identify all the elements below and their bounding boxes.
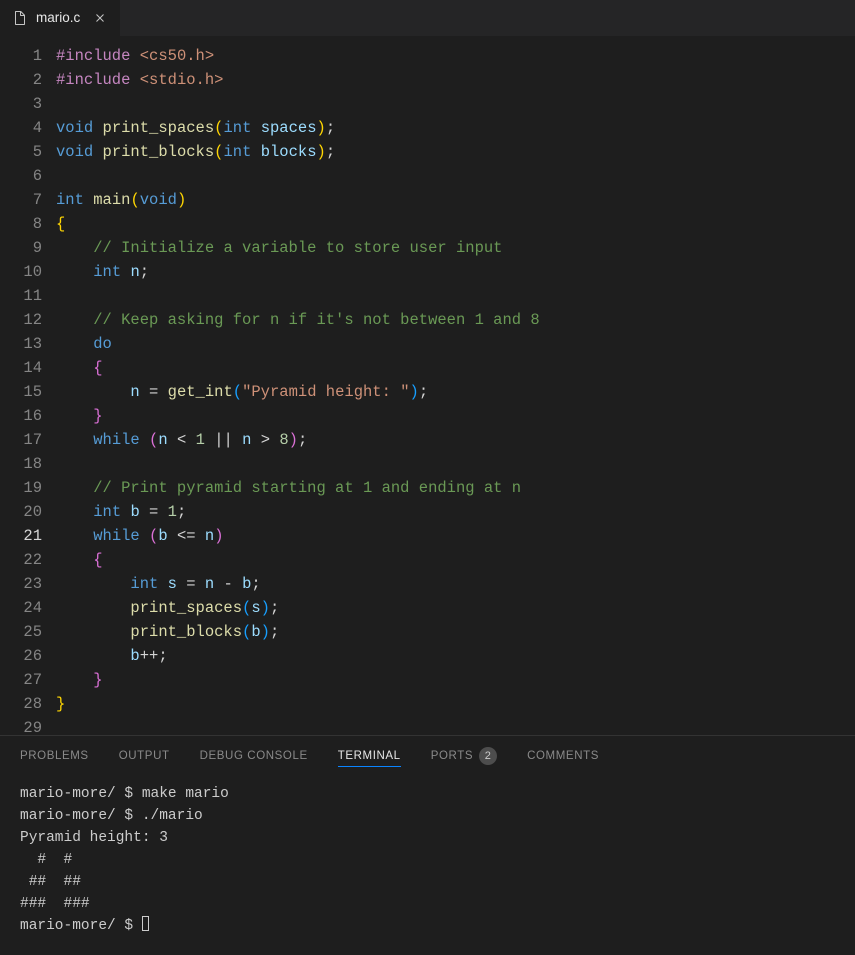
code-line[interactable] <box>56 716 855 735</box>
code-line[interactable] <box>56 452 855 476</box>
terminal-line: mario-more/ $ make mario <box>20 783 835 805</box>
terminal-line: mario-more/ $ ./mario <box>20 805 835 827</box>
code-line[interactable]: #include <cs50.h> <box>56 44 855 68</box>
terminal-line: ### ### <box>20 893 835 915</box>
code-line[interactable]: void print_blocks(int blocks); <box>56 140 855 164</box>
file-icon <box>12 10 28 26</box>
code-line[interactable] <box>56 92 855 116</box>
tab-mario-c[interactable]: mario.c <box>0 0 121 36</box>
code-line[interactable]: } <box>56 668 855 692</box>
code-line[interactable]: print_spaces(s); <box>56 596 855 620</box>
code-line[interactable]: int b = 1; <box>56 500 855 524</box>
line-number: 2 <box>0 68 42 92</box>
line-number: 3 <box>0 92 42 116</box>
code-line[interactable]: // Print pyramid starting at 1 and endin… <box>56 476 855 500</box>
line-number: 9 <box>0 236 42 260</box>
terminal-line: mario-more/ $ <box>20 915 835 937</box>
line-number: 27 <box>0 668 42 692</box>
panel-tab-problems[interactable]: PROBLEMS <box>20 750 89 766</box>
code-line[interactable]: n = get_int("Pyramid height: "); <box>56 380 855 404</box>
line-number: 5 <box>0 140 42 164</box>
line-number: 21 <box>0 524 42 548</box>
panel-tab-terminal[interactable]: TERMINAL <box>338 750 401 767</box>
code-line[interactable]: while (b <= n) <box>56 524 855 548</box>
close-tab-button[interactable] <box>92 10 108 26</box>
line-number: 8 <box>0 212 42 236</box>
line-number: 1 <box>0 44 42 68</box>
line-number: 18 <box>0 452 42 476</box>
line-number: 20 <box>0 500 42 524</box>
line-number: 26 <box>0 644 42 668</box>
line-number: 7 <box>0 188 42 212</box>
panel-tab-bar: PROBLEMS OUTPUT DEBUG CONSOLE TERMINAL P… <box>0 736 855 777</box>
line-number: 14 <box>0 356 42 380</box>
code-line[interactable]: while (n < 1 || n > 8); <box>56 428 855 452</box>
line-number: 19 <box>0 476 42 500</box>
terminal-line: Pyramid height: 3 <box>20 827 835 849</box>
line-number: 16 <box>0 404 42 428</box>
code-content[interactable]: #include <cs50.h>#include <stdio.h> void … <box>56 44 855 735</box>
line-number: 28 <box>0 692 42 716</box>
code-line[interactable]: { <box>56 212 855 236</box>
terminal-cursor <box>142 916 149 931</box>
terminal-output[interactable]: mario-more/ $ make mariomario-more/ $ ./… <box>0 777 855 955</box>
code-line[interactable]: int s = n - b; <box>56 572 855 596</box>
code-line[interactable]: { <box>56 356 855 380</box>
line-number: 24 <box>0 596 42 620</box>
code-line[interactable]: void print_spaces(int spaces); <box>56 116 855 140</box>
code-line[interactable] <box>56 284 855 308</box>
line-number: 25 <box>0 620 42 644</box>
code-line[interactable]: { <box>56 548 855 572</box>
line-number: 12 <box>0 308 42 332</box>
code-line[interactable]: print_blocks(b); <box>56 620 855 644</box>
code-line[interactable] <box>56 164 855 188</box>
code-line[interactable]: } <box>56 692 855 716</box>
line-number-gutter: 1234567891011121314151617181920212223242… <box>0 44 56 735</box>
line-number: 23 <box>0 572 42 596</box>
panel-tab-ports-label: PORTS <box>431 750 473 762</box>
panel-tab-output[interactable]: OUTPUT <box>119 750 170 766</box>
ports-count-badge: 2 <box>479 747 497 765</box>
line-number: 22 <box>0 548 42 572</box>
terminal-line: # # <box>20 849 835 871</box>
line-number: 29 <box>0 716 42 735</box>
tab-bar: mario.c <box>0 0 855 36</box>
panel-tab-ports[interactable]: PORTS 2 <box>431 747 497 769</box>
code-line[interactable]: #include <stdio.h> <box>56 68 855 92</box>
line-number: 17 <box>0 428 42 452</box>
code-line[interactable]: // Keep asking for n if it's not between… <box>56 308 855 332</box>
terminal-line: ## ## <box>20 871 835 893</box>
line-number: 6 <box>0 164 42 188</box>
panel-tab-debug-console[interactable]: DEBUG CONSOLE <box>200 750 308 766</box>
tab-filename: mario.c <box>36 10 80 25</box>
code-line[interactable]: int main(void) <box>56 188 855 212</box>
panel-tab-comments[interactable]: COMMENTS <box>527 750 599 766</box>
code-line[interactable]: } <box>56 404 855 428</box>
code-editor[interactable]: 1234567891011121314151617181920212223242… <box>0 36 855 735</box>
line-number: 10 <box>0 260 42 284</box>
line-number: 15 <box>0 380 42 404</box>
code-line[interactable]: do <box>56 332 855 356</box>
code-line[interactable]: int n; <box>56 260 855 284</box>
bottom-panel: PROBLEMS OUTPUT DEBUG CONSOLE TERMINAL P… <box>0 735 855 955</box>
code-line[interactable]: // Initialize a variable to store user i… <box>56 236 855 260</box>
line-number: 13 <box>0 332 42 356</box>
line-number: 4 <box>0 116 42 140</box>
code-line[interactable]: b++; <box>56 644 855 668</box>
line-number: 11 <box>0 284 42 308</box>
